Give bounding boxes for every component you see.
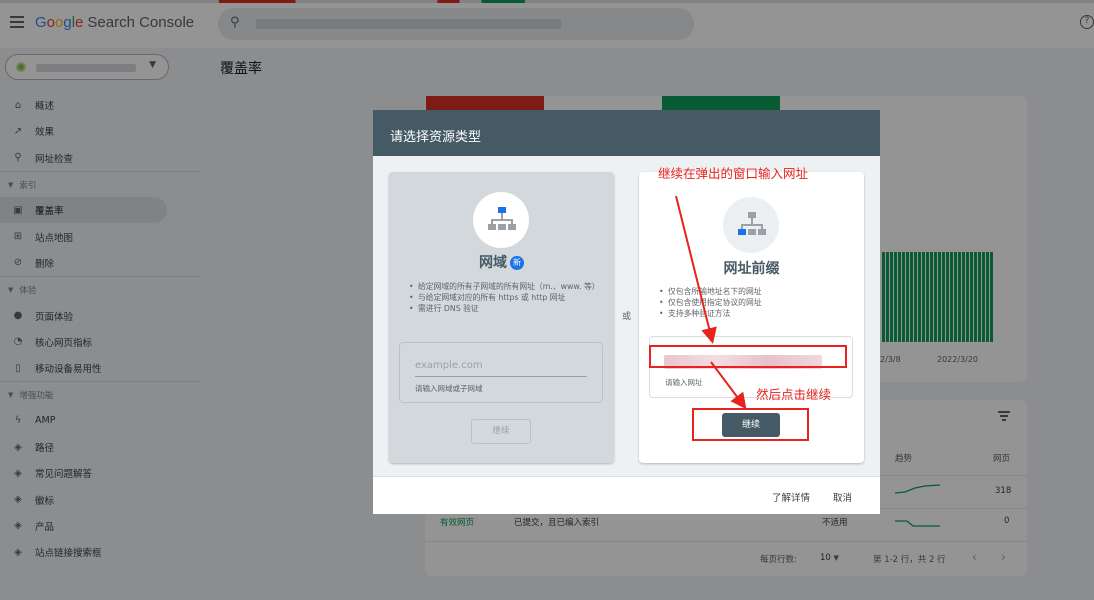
dialog-title: 请选择资源类型 [373,110,880,156]
domain-title: 网域新 [389,252,614,272]
bullet-item: 仅包含所输地址名下的网址 [659,286,849,297]
url-input-hint: 请输入网址 [665,378,703,387]
domain-input-field[interactable]: example.com 请输入网域或子网域 [399,342,603,403]
domain-continue-button[interactable]: 继续 [471,419,531,444]
dialog-footer: 了解详情 取消 [373,476,880,514]
bullet-item: 仅包含使用指定协议的网址 [659,297,849,308]
url-prefix-bullets: 仅包含所输地址名下的网址 仅包含使用指定协议的网址 支持多种验证方法 [659,286,849,319]
domain-network-icon [473,192,529,248]
domain-input-hint: 请输入网域或子网域 [415,384,483,393]
domain-bullets: 给定网域的所有子网域的所有网址（m.、www. 等） 与给定网域对应的所有 ht… [409,281,600,314]
domain-input[interactable]: example.com [415,360,483,371]
bullet-item: 与给定网域对应的所有 https 或 http 网址 [409,292,599,303]
highlight-continue-button [692,408,809,441]
annotation-enter-url: 继续在弹出的窗口输入网址 [658,166,809,181]
highlight-url-input [649,345,847,368]
or-separator: 或 [622,312,632,322]
new-badge: 新 [510,256,524,270]
domain-option-card[interactable]: 网域新 给定网域的所有子网域的所有网址（m.、www. 等） 与给定网域对应的所… [389,172,614,463]
annotation-click-continue: 然后点击继续 [756,387,832,402]
bullet-item: 支持多种验证方法 [659,308,849,319]
bullet-item: 需进行 DNS 验证 [409,303,599,314]
learn-more-link[interactable]: 了解详情 [772,490,810,504]
cancel-button[interactable]: 取消 [833,490,852,504]
bullet-item: 给定网域的所有子网域的所有网址（m.、www. 等） [409,281,600,292]
url-prefix-title: 网址前缀 [723,261,780,277]
url-prefix-network-icon [723,197,779,253]
